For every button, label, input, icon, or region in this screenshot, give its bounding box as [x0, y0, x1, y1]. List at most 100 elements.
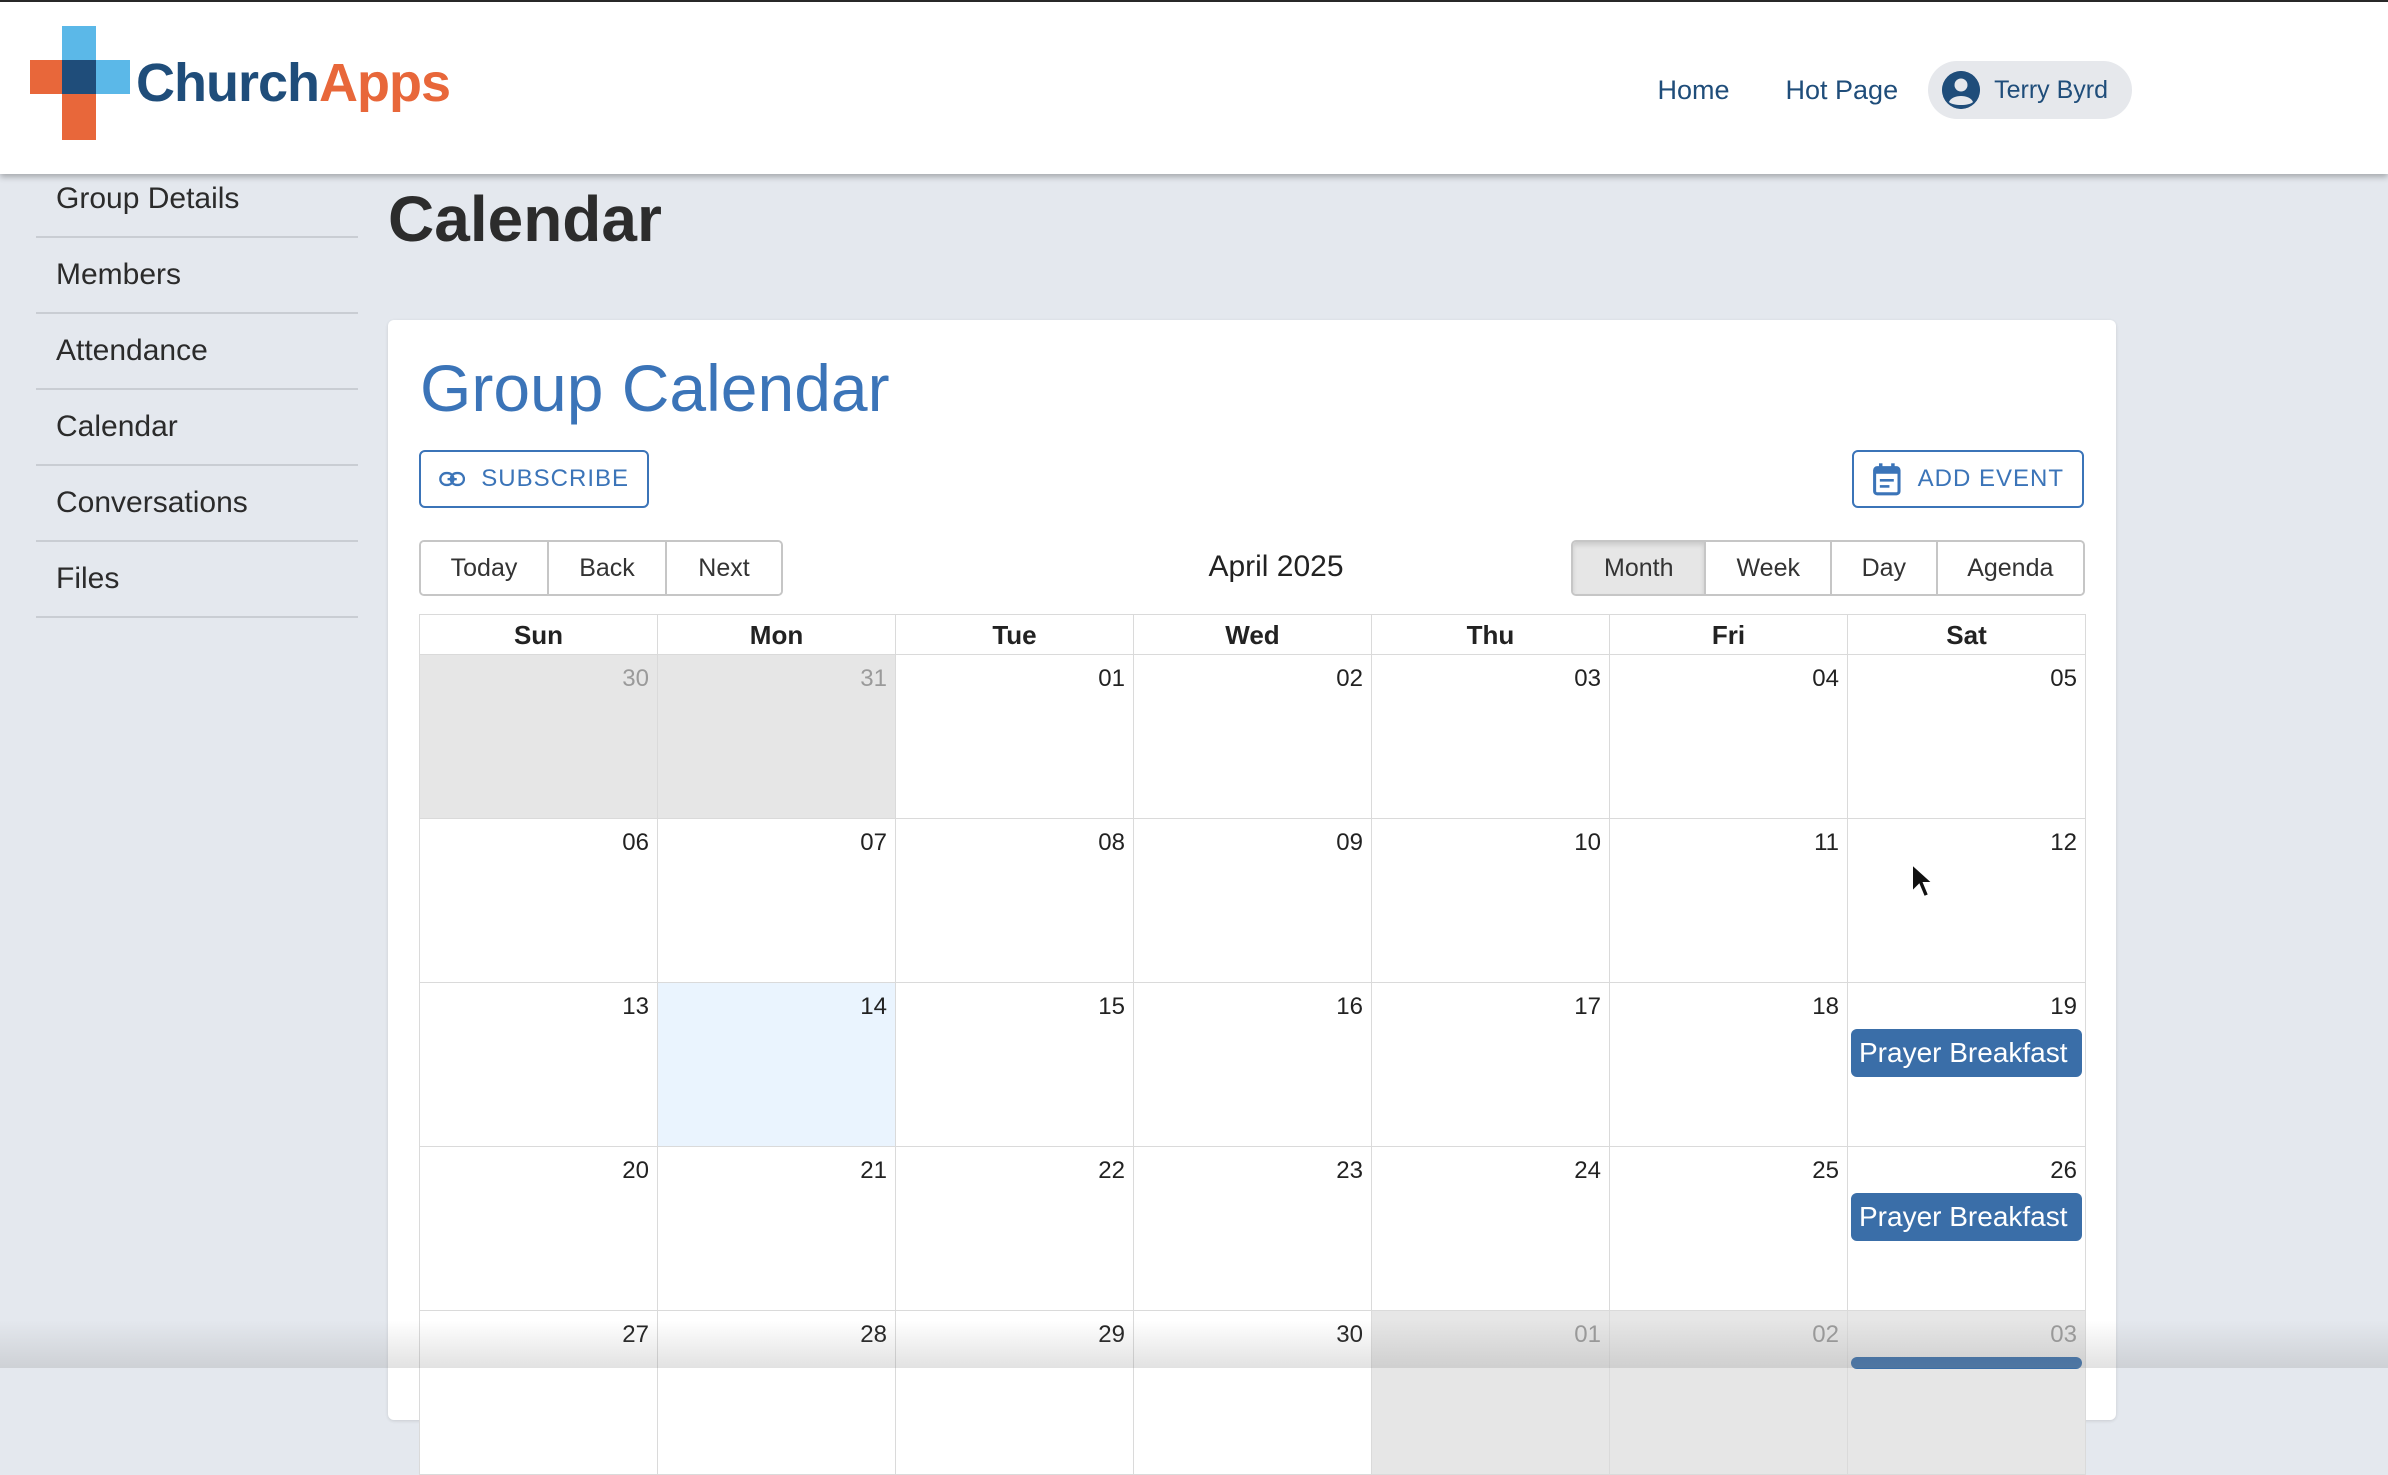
day-number[interactable]: 12: [2050, 829, 2077, 857]
calendar-day-cell[interactable]: 30: [1134, 1311, 1372, 1475]
calendar-day-cell[interactable]: 19 Prayer Breakfast: [1848, 983, 2086, 1147]
calendar-day-cell[interactable]: 10: [1372, 819, 1610, 983]
calendar-day-cell[interactable]: 21: [658, 1147, 896, 1311]
weekday-header: Sun Mon Tue Wed Thu Fri Sat: [420, 615, 2086, 655]
day-number[interactable]: 23: [1336, 1157, 1363, 1185]
day-number[interactable]: 13: [622, 993, 649, 1021]
sidebar-item-attendance[interactable]: Attendance: [36, 314, 358, 390]
calendar-day-cell[interactable]: 22: [896, 1147, 1134, 1311]
day-number[interactable]: 21: [860, 1157, 887, 1185]
calendar-day-cell[interactable]: 09: [1134, 819, 1372, 983]
day-number[interactable]: 22: [1098, 1157, 1125, 1185]
calendar-weeks: 30 31 01 02 03 04 05 06 07 08 09 10 11 12 13 14 15 16 17 18…: [420, 655, 2086, 1475]
calendar-day-cell[interactable]: 07: [658, 819, 896, 983]
calendar-day-cell[interactable]: 06: [420, 819, 658, 983]
event-prayer-breakfast[interactable]: [1851, 1357, 2082, 1369]
sidebar-item-calendar[interactable]: Calendar: [36, 390, 358, 466]
day-number[interactable]: 30: [1336, 1321, 1363, 1349]
sidebar-item-label: Files: [56, 562, 120, 595]
calendar-day-cell[interactable]: 17: [1372, 983, 1610, 1147]
day-number[interactable]: 30: [622, 665, 649, 693]
calendar-day-cell[interactable]: 31: [658, 655, 896, 819]
day-number[interactable]: 20: [622, 1157, 649, 1185]
calendar-day-cell[interactable]: 16: [1134, 983, 1372, 1147]
calendar-day-cell[interactable]: 20: [420, 1147, 658, 1311]
day-number[interactable]: 28: [860, 1321, 887, 1349]
calendar-day-cell[interactable]: 24: [1372, 1147, 1610, 1311]
day-number[interactable]: 03: [1574, 665, 1601, 693]
calendar-day-cell[interactable]: 28: [658, 1311, 896, 1475]
day-number[interactable]: 26: [2050, 1157, 2077, 1185]
day-number[interactable]: 05: [2050, 665, 2077, 693]
day-number[interactable]: 16: [1336, 993, 1363, 1021]
sidebar-item-group-details[interactable]: Group Details: [36, 176, 358, 238]
subscribe-label: SUBSCRIBE: [481, 465, 629, 492]
add-event-button[interactable]: ADD EVENT: [1852, 450, 2084, 508]
calendar-day-cell[interactable]: 08: [896, 819, 1134, 983]
day-number[interactable]: 02: [1812, 1321, 1839, 1349]
calendar-day-cell[interactable]: 15: [896, 983, 1134, 1147]
calendar-day-cell[interactable]: 13: [420, 983, 658, 1147]
day-number[interactable]: 01: [1098, 665, 1125, 693]
day-number[interactable]: 04: [1812, 665, 1839, 693]
calendar-day-cell[interactable]: 02: [1610, 1311, 1848, 1475]
day-number[interactable]: 09: [1336, 829, 1363, 857]
calendar-day-cell[interactable]: 03: [1848, 1311, 2086, 1475]
nav-hot-page-link[interactable]: Hot Page: [1758, 58, 1927, 122]
back-button[interactable]: Back: [549, 542, 667, 594]
event-prayer-breakfast[interactable]: Prayer Breakfast: [1851, 1029, 2082, 1077]
day-number[interactable]: 06: [622, 829, 649, 857]
churchapps-logo[interactable]: ChurchApps: [30, 26, 451, 140]
sidebar-item-label: Calendar: [56, 410, 178, 443]
calendar-day-cell[interactable]: 23: [1134, 1147, 1372, 1311]
day-number[interactable]: 11: [1814, 829, 1839, 857]
calendar-day-cell[interactable]: 18: [1610, 983, 1848, 1147]
calendar-day-cell[interactable]: 11: [1610, 819, 1848, 983]
calendar-day-cell[interactable]: 25: [1610, 1147, 1848, 1311]
sidebar-item-files[interactable]: Files: [36, 542, 358, 618]
day-number[interactable]: 19: [2050, 993, 2077, 1021]
subscribe-button[interactable]: SUBSCRIBE: [419, 450, 649, 508]
day-number[interactable]: 29: [1098, 1321, 1125, 1349]
day-number[interactable]: 07: [860, 829, 887, 857]
user-menu-button[interactable]: Terry Byrd: [1928, 61, 2132, 119]
sidebar-item-conversations[interactable]: Conversations: [36, 466, 358, 542]
calendar-day-cell[interactable]: 26 Prayer Breakfast: [1848, 1147, 2086, 1311]
nav-home-link[interactable]: Home: [1629, 58, 1757, 122]
group-calendar-card: Group Calendar SUBSCRIBE ADD EVENT Today…: [388, 320, 2116, 1475]
day-number[interactable]: 03: [2050, 1321, 2077, 1349]
calendar-day-cell[interactable]: 02: [1134, 655, 1372, 819]
calendar-day-cell[interactable]: 01: [1372, 1311, 1610, 1475]
calendar-day-cell[interactable]: 04: [1610, 655, 1848, 819]
day-number[interactable]: 15: [1098, 993, 1125, 1021]
calendar-day-cell[interactable]: 29: [896, 1311, 1134, 1475]
day-number[interactable]: 10: [1574, 829, 1601, 857]
calendar-day-cell[interactable]: 01: [896, 655, 1134, 819]
day-number[interactable]: 24: [1574, 1157, 1601, 1185]
day-number[interactable]: 27: [622, 1321, 649, 1349]
today-button[interactable]: Today: [421, 542, 549, 594]
event-prayer-breakfast[interactable]: Prayer Breakfast: [1851, 1193, 2082, 1241]
calendar-day-cell[interactable]: 05: [1848, 655, 2086, 819]
calendar-day-cell[interactable]: 27: [420, 1311, 658, 1475]
sidebar-item-members[interactable]: Members: [36, 238, 358, 314]
view-day-button[interactable]: Day: [1832, 542, 1938, 594]
next-button[interactable]: Next: [667, 542, 781, 594]
calendar-day-cell[interactable]: 03: [1372, 655, 1610, 819]
calendar-day-cell[interactable]: 12: [1848, 819, 2086, 983]
day-number[interactable]: 14: [860, 993, 887, 1021]
view-week-button[interactable]: Week: [1706, 542, 1832, 594]
day-number[interactable]: 31: [860, 665, 887, 693]
day-number[interactable]: 08: [1098, 829, 1125, 857]
day-number[interactable]: 02: [1336, 665, 1363, 693]
day-number[interactable]: 17: [1574, 993, 1601, 1021]
card-title: Group Calendar: [420, 351, 890, 425]
view-month-button[interactable]: Month: [1573, 542, 1707, 594]
view-agenda-button[interactable]: Agenda: [1937, 542, 2083, 594]
calendar-day-cell[interactable]: 30: [420, 655, 658, 819]
day-number[interactable]: 01: [1574, 1321, 1601, 1349]
day-number[interactable]: 25: [1812, 1157, 1839, 1185]
day-number[interactable]: 18: [1812, 993, 1839, 1021]
calendar-week-row: 13 14 15 16 17 18 19 Prayer Breakfast: [420, 983, 2086, 1147]
calendar-day-today[interactable]: 14: [658, 983, 896, 1147]
